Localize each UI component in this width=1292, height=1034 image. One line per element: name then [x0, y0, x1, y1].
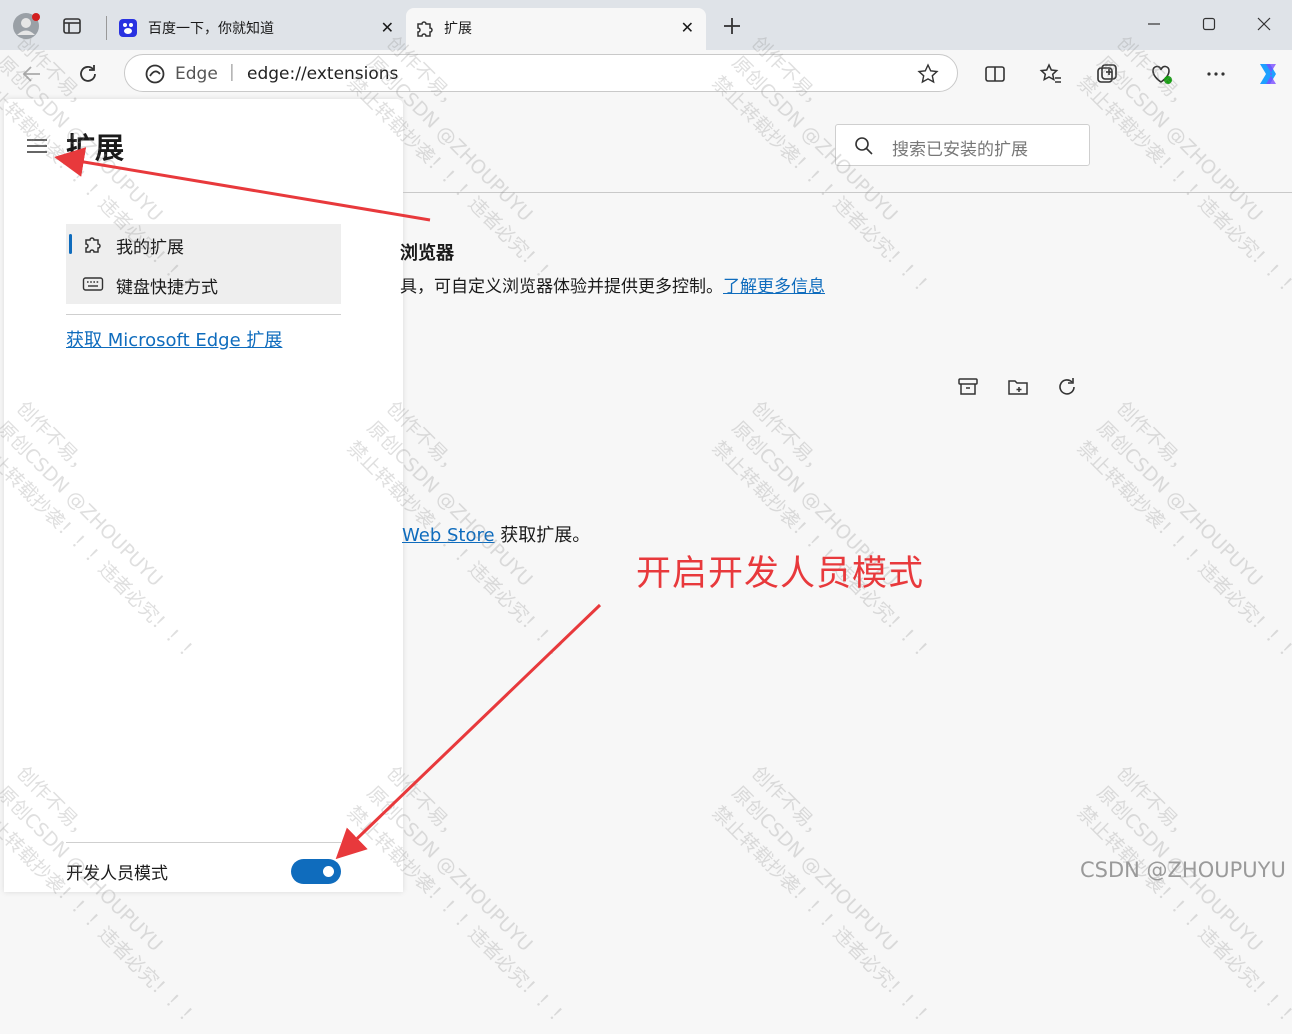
new-tab-icon[interactable] — [720, 14, 744, 38]
archive-icon[interactable] — [956, 375, 980, 399]
browser-essentials-icon[interactable] — [1149, 62, 1173, 86]
section-description: 具，可自定义浏览器体验并提供更多控制。了解更多信息 — [400, 272, 825, 297]
hamburger-menu-icon[interactable] — [26, 137, 48, 155]
more-menu-icon[interactable] — [1204, 62, 1228, 86]
sidebar-divider — [66, 842, 341, 843]
store-hint: Web Store 获取扩展。 — [402, 521, 590, 547]
puzzle-icon — [82, 233, 104, 255]
tab-title: 扩展 — [444, 21, 472, 37]
header-divider — [403, 192, 1292, 193]
window-close-icon[interactable] — [1252, 12, 1276, 36]
profile-avatar[interactable] — [12, 12, 40, 40]
watermark: 创作不易， 原创CSDN @ZHOUPUYU 禁止转载抄袭！！！违者必究！！！ — [1072, 762, 1292, 1033]
puzzle-icon — [414, 18, 434, 38]
page-title: 扩展 — [66, 131, 125, 165]
title-bar: 百度一下，你就知道 ✕ 扩展 ✕ — [0, 0, 1292, 50]
address-bar[interactable]: Edge | edge://extensions — [124, 54, 958, 92]
search-input[interactable]: 搜索已安装的扩展 — [835, 124, 1090, 166]
minimize-icon[interactable] — [1142, 12, 1166, 36]
tab-baidu[interactable]: 百度一下，你就知道 ✕ — [110, 8, 406, 50]
baidu-icon — [118, 18, 138, 38]
watermark: 创作不易， 原创CSDN @ZHOUPUYU 禁止转载抄袭！！！违者必究！！！ — [1072, 397, 1292, 668]
get-extensions-link[interactable]: 获取 Microsoft Edge 扩展 — [66, 326, 282, 352]
address-separator: | — [229, 62, 235, 82]
tab-extensions[interactable]: 扩展 ✕ — [406, 8, 706, 50]
edge-logo-icon — [145, 64, 165, 84]
sidebar-divider — [66, 314, 341, 315]
sidebar-item-keyboard-shortcuts[interactable]: 键盘快捷方式 — [66, 264, 341, 304]
copilot-icon[interactable] — [1254, 60, 1282, 88]
url-text[interactable]: edge://extensions — [247, 64, 398, 84]
selected-indicator — [69, 234, 72, 254]
learn-more-link[interactable]: 了解更多信息 — [723, 277, 825, 297]
toggle-knob — [323, 866, 334, 877]
favorite-star-icon[interactable] — [917, 63, 939, 85]
web-store-link[interactable]: Web Store — [402, 525, 495, 546]
browser-toolbar: Edge | edge://extensions — [0, 50, 1292, 98]
watermark: 创作不易， 原创CSDN @ZHOUPUYU 禁止转载抄袭！！！违者必究！！！ — [707, 397, 939, 668]
csdn-watermark-footer: CSDN @ZHOUPUYU — [1080, 858, 1286, 882]
maximize-icon[interactable] — [1197, 12, 1221, 36]
close-icon[interactable]: ✕ — [681, 18, 694, 37]
developer-mode-label: 开发人员模式 — [66, 864, 168, 884]
split-screen-icon[interactable] — [983, 62, 1007, 86]
load-unpacked-folder-icon[interactable] — [1006, 375, 1030, 399]
refresh-icon[interactable] — [76, 62, 100, 86]
sidebar-item-my-extensions[interactable]: 我的扩展 — [66, 224, 341, 264]
back-icon[interactable] — [20, 62, 44, 86]
watermark: 创作不易， 原创CSDN @ZHOUPUYU 禁止转载抄袭！！！违者必究！！！ — [707, 762, 939, 1033]
close-icon[interactable]: ✕ — [381, 18, 394, 37]
favorites-icon[interactable] — [1039, 62, 1063, 86]
search-icon — [854, 136, 874, 156]
keyboard-icon — [82, 273, 104, 295]
tab-title: 百度一下，你就知道 — [148, 21, 274, 37]
extensions-sidebar: 扩展 我的扩展 键盘快捷方式 获取 Microsoft Edge 扩展 开发人员… — [4, 99, 403, 892]
site-label: Edge — [175, 64, 218, 84]
collections-icon[interactable] — [1095, 62, 1119, 86]
refresh-icon[interactable] — [1055, 375, 1079, 399]
section-heading: 浏览器 — [400, 243, 454, 264]
tab-actions-icon[interactable] — [62, 16, 82, 36]
developer-mode-toggle[interactable] — [291, 859, 341, 884]
sidebar-item-label: 键盘快捷方式 — [116, 278, 218, 298]
store-hint-suffix: 获取扩展。 — [494, 525, 591, 546]
sidebar-item-label: 我的扩展 — [116, 238, 184, 258]
description-text: 具，可自定义浏览器体验并提供更多控制。 — [400, 277, 723, 297]
search-placeholder: 搜索已安装的扩展 — [892, 140, 1028, 160]
annotation-text: 开启开发人员模式 — [636, 554, 925, 594]
